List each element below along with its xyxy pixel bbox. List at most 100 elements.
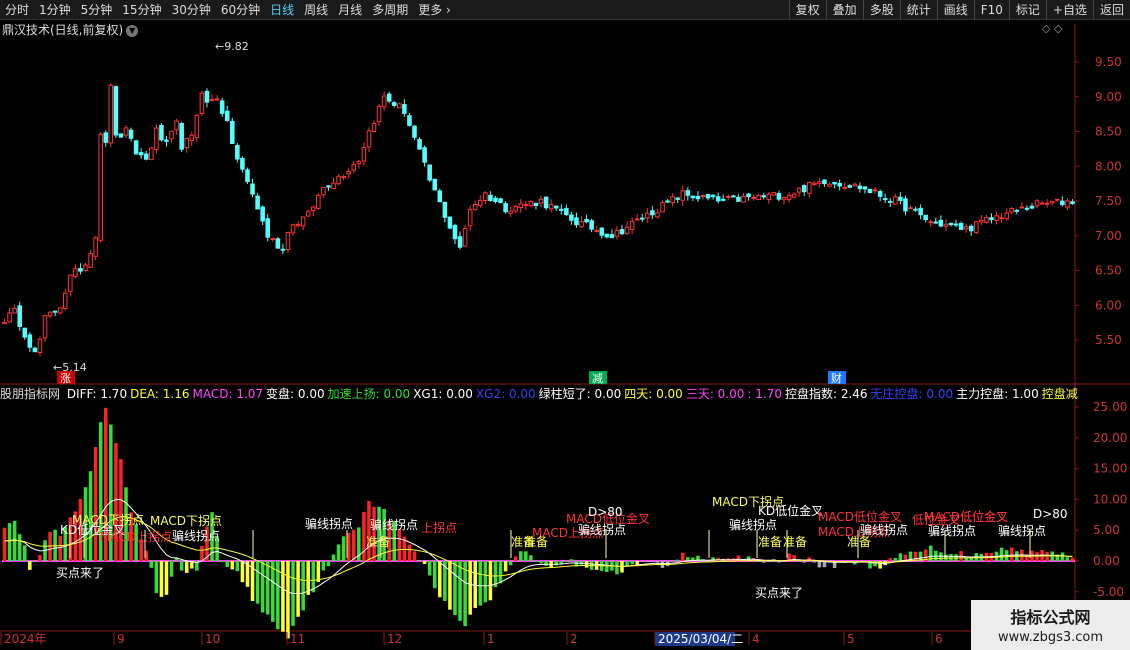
candle-body [285,231,291,251]
candle-body [680,190,686,201]
candle-body [533,202,539,207]
signal-label: 骗线拐点 [578,522,626,537]
candle-body [498,198,503,204]
candle-body [316,194,321,209]
candle-body [493,197,498,202]
indicator-value: DIFF: 1.70 [66,387,128,401]
candle-body [483,192,488,201]
watermark-url: www.zbgs3.com [997,630,1104,645]
candle-body [143,153,149,160]
indicator-value: 控盘指数: 2.46 [784,387,868,401]
candle-body [83,264,88,271]
macd-bar [519,551,523,561]
date-tick-label: 2024年 [4,632,47,646]
price-tick-label: 5.50 [1095,333,1122,347]
macd-bar [255,561,260,604]
candle-body [88,253,93,268]
candle-body [209,99,215,102]
candle-body [290,224,296,234]
candle-body [22,327,28,338]
candle-body [27,334,33,348]
candle-body [331,182,336,190]
candle-body [933,221,939,224]
candle-body [270,238,276,241]
candle-body [1060,200,1065,206]
candle-body [1055,198,1060,201]
candle-body [766,193,772,200]
macd-bar [377,506,381,561]
macd-tick-label: 15.00 [1093,462,1127,476]
candle-body [1019,206,1025,209]
candle-body [908,207,913,210]
candle-body [513,205,518,212]
macd-bar [341,536,346,561]
macd-bar [508,561,513,566]
candle-body [371,122,377,133]
macd-bar [635,561,639,565]
candle-body [391,102,397,106]
candle-body [12,307,17,314]
candle-body [872,189,878,192]
candle-body [149,147,154,161]
macd-axis: 25.00 20.00 15.00 10.00 5.00 0.00 -5.00 [1075,400,1127,599]
candle-body [751,197,756,200]
candle-body [128,129,134,139]
macd-bar [169,561,174,577]
candle-body [645,212,650,219]
date-axis: 2024年 9 10 11 12 1 2 2025/03/04/二 4 5 6 [0,632,943,646]
candle-body [903,198,908,212]
candle-body [629,220,635,230]
candle-body [437,190,443,203]
candle-body [827,183,832,187]
candle-body [665,200,670,203]
macd-bar [306,561,310,595]
watermark-title: 指标公式网 [1010,608,1091,627]
macd-bar [326,561,331,567]
candle-body [639,217,645,220]
macd-bar [286,561,290,639]
candle-body [569,214,574,221]
candle-body [412,125,417,138]
candle-body [852,183,858,187]
macd-bar [670,560,675,562]
indicator-value: 绿柱短了: 0.00 [538,387,622,401]
macd-bar [28,561,32,570]
macd-tick-label: -5.00 [1093,585,1124,599]
indicator-value: 主力控盘: 1.00 [956,387,1039,401]
indicator-value: XG2: 0.00 [475,387,536,401]
candle-body [42,315,48,339]
candle-body [1004,212,1009,220]
candle-body [402,104,407,114]
candle-body [695,195,701,200]
macd-bar [397,528,402,561]
candle-body [457,236,463,248]
macd-bar [296,561,300,617]
signal-label: 骗线拐点 [998,523,1046,538]
candle-body [356,161,362,165]
candle-body [685,190,691,196]
signal-label: D>80 [588,505,623,519]
candle-body [62,292,68,309]
candle-body [594,229,599,232]
candle-body [518,203,524,209]
candle-body [68,274,73,292]
candle-body [832,181,837,185]
candle-body [189,134,195,142]
kline-chart[interactable]: 9.50 9.00 8.50 8.00 7.50 7.00 6.50 6.00 5.50 ←9.… [0,0,1130,650]
macd-bar [478,561,483,606]
candle-body [123,127,129,136]
candle-body [442,201,448,218]
indicator-value: 加速上扬: 0.00 [327,387,411,401]
candle-body [230,120,235,145]
macd-bar [898,553,903,561]
indicator-value: : 1.70 [747,387,782,401]
candle-body [968,225,974,232]
macd-bar [615,561,619,575]
candle-body [741,195,746,203]
macd-bar [817,561,822,568]
indicator-name[interactable]: 股朋指标网 [0,387,60,401]
signal-label: 买点来了 [56,566,104,580]
candle-body [346,170,351,175]
candle-body [113,86,119,136]
candle-body [614,229,620,237]
